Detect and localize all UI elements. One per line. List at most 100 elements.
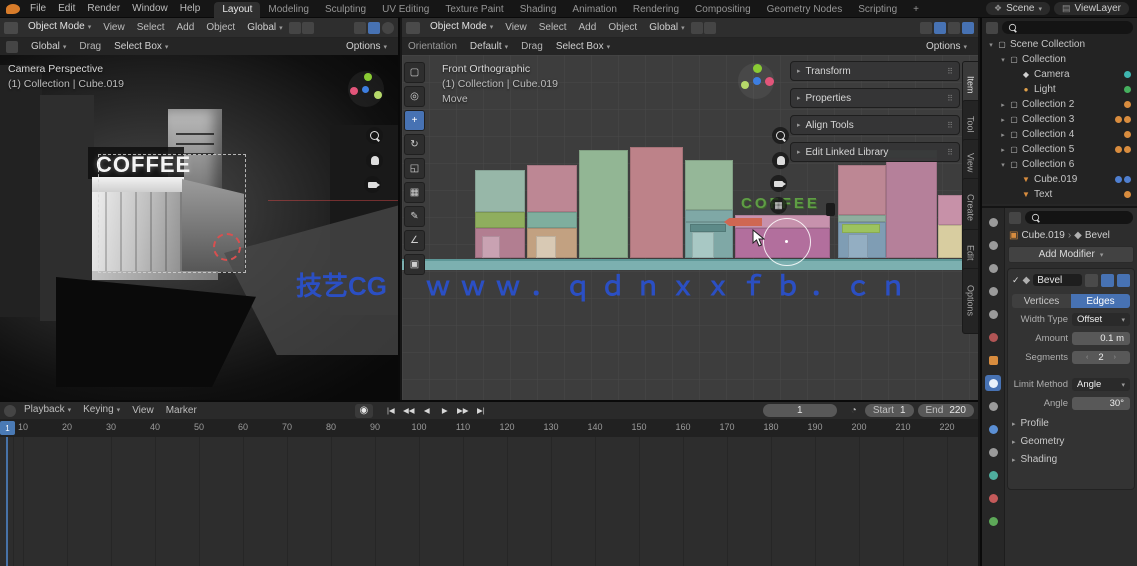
- realtime-toggle[interactable]: [1101, 274, 1114, 287]
- workspace-tab-layout[interactable]: Layout: [214, 2, 260, 18]
- properties-editor-icon[interactable]: [1009, 212, 1021, 224]
- left-orientation-dropdown[interactable]: Global▾: [26, 41, 71, 52]
- properties-tab-render[interactable]: [985, 237, 1001, 253]
- workspace-tab-sculpting[interactable]: Sculpting: [317, 2, 374, 18]
- properties-tab-object-data[interactable]: [985, 467, 1001, 483]
- zoom-icon[interactable]: [772, 127, 789, 144]
- stepper-left-icon[interactable]: ‹: [1086, 354, 1088, 361]
- outliner-row-collection-6[interactable]: ▾▢Collection 6: [982, 157, 1137, 172]
- editor-type-icon[interactable]: [406, 22, 420, 34]
- camera-view-icon[interactable]: [770, 175, 787, 192]
- badge-dot[interactable]: [1124, 116, 1131, 123]
- stepper-right-icon[interactable]: ›: [1114, 354, 1116, 361]
- auto-keying-button[interactable]: ◉: [355, 404, 373, 418]
- n-panel-section-edit-linked-library[interactable]: ▸Edit Linked Library⠿: [790, 142, 960, 162]
- menu-window[interactable]: Window: [126, 0, 174, 18]
- outliner-row-cube-019[interactable]: ▼Cube.019: [982, 172, 1137, 187]
- viewport-menu-object-mode[interactable]: Object Mode▾: [22, 18, 97, 37]
- breadcrumb-object[interactable]: Cube.019: [1021, 230, 1064, 241]
- drag-mode-dropdown[interactable]: Select Box▾: [551, 41, 615, 52]
- viewport-menu-object[interactable]: Object: [602, 19, 643, 37]
- tool-scale[interactable]: ◱: [404, 158, 425, 179]
- add-modifier-button[interactable]: Add Modifier ▾: [1008, 246, 1134, 263]
- n-panel-section-transform[interactable]: ▸Transform⠿: [790, 61, 960, 81]
- field-value-limit-method[interactable]: Angle▾: [1072, 378, 1130, 391]
- expand-arrow-icon[interactable]: ▸: [998, 116, 1008, 124]
- badge-dot[interactable]: [1124, 146, 1131, 153]
- workspace-tab-modeling[interactable]: Modeling: [260, 2, 317, 18]
- badge-dot[interactable]: [1124, 101, 1131, 108]
- transport-play-reverse[interactable]: ◀: [418, 404, 436, 418]
- render-toggle[interactable]: [1117, 274, 1130, 287]
- left-viewport-canvas[interactable]: COFFEE: [0, 55, 398, 400]
- outliner-filter-icon[interactable]: [986, 22, 998, 34]
- timeline-menu-keying[interactable]: Keying▾: [77, 401, 126, 420]
- breadcrumb-modifier[interactable]: Bevel: [1085, 230, 1110, 241]
- expand-arrow-icon[interactable]: ▾: [998, 56, 1008, 64]
- transform-orientation-dropdown[interactable]: Global▾: [242, 22, 287, 33]
- snap-magnet-icon[interactable]: [289, 22, 301, 34]
- viewport-menu-add[interactable]: Add: [573, 19, 603, 37]
- proportional-editing-icon[interactable]: [704, 22, 716, 34]
- blender-logo-icon[interactable]: [6, 4, 20, 14]
- properties-tab-texture[interactable]: [985, 513, 1001, 529]
- outliner-row-collection-4[interactable]: ▸▢Collection 4: [982, 127, 1137, 142]
- playhead[interactable]: 1: [0, 421, 15, 435]
- viewport-menu-add[interactable]: Add: [171, 19, 201, 37]
- viewport-menu-object-mode[interactable]: Object Mode▾: [424, 18, 499, 37]
- zoom-icon[interactable]: [366, 127, 383, 144]
- outliner-row-camera[interactable]: ◆Camera: [982, 67, 1137, 82]
- properties-tab-constraints[interactable]: [985, 444, 1001, 460]
- field-value-amount[interactable]: 0.1 m: [1072, 332, 1130, 345]
- badge-dot[interactable]: [1124, 176, 1131, 183]
- badge-dot[interactable]: [1115, 146, 1122, 153]
- workspace-tab-texture-paint[interactable]: Texture Paint: [437, 2, 511, 18]
- ortho-grid-icon[interactable]: ▦: [770, 197, 787, 214]
- viewport-menu-object[interactable]: Object: [200, 19, 241, 37]
- frame-end-field[interactable]: End 220: [918, 404, 974, 417]
- modifier-enable-checkbox[interactable]: ✓: [1012, 275, 1020, 286]
- section-profile[interactable]: ▸Profile: [1012, 418, 1130, 429]
- camera-view-icon[interactable]: [364, 176, 381, 193]
- outliner-row-collection-5[interactable]: ▸▢Collection 5: [982, 142, 1137, 157]
- tool-cursor[interactable]: ◎: [404, 86, 425, 107]
- building-shop-4[interactable]: [838, 165, 886, 258]
- outliner-row-scene-collection[interactable]: ▾▢Scene Collection: [982, 37, 1137, 52]
- outliner-row-light[interactable]: ●Light: [982, 82, 1137, 97]
- badge-dot[interactable]: [1124, 131, 1131, 138]
- properties-tab-scene[interactable]: [985, 306, 1001, 322]
- section-shading[interactable]: ▸Shading: [1012, 454, 1130, 465]
- section-geometry[interactable]: ▸Geometry: [1012, 436, 1130, 447]
- properties-tab-output[interactable]: [985, 260, 1001, 276]
- badge-dot[interactable]: [1124, 86, 1131, 93]
- proportional-editing-icon[interactable]: [302, 22, 314, 34]
- workspace-tab-rendering[interactable]: Rendering: [625, 2, 687, 18]
- properties-tab-material[interactable]: [985, 490, 1001, 506]
- transform-orientation-dropdown[interactable]: Global▾: [644, 22, 689, 33]
- properties-tab-world[interactable]: [985, 329, 1001, 345]
- expand-arrow-icon[interactable]: ▾: [986, 41, 996, 49]
- side-tab-options[interactable]: Options: [962, 268, 978, 334]
- workspace-tab-geometry-nodes[interactable]: Geometry Nodes: [759, 2, 851, 18]
- outliner-row-collection-2[interactable]: ▸▢Collection 2: [982, 97, 1137, 112]
- workspace-tab-item[interactable]: +: [905, 2, 927, 18]
- menu-render[interactable]: Render: [81, 0, 126, 18]
- segment-edges[interactable]: Edges: [1071, 294, 1130, 308]
- timeline-menu-playback[interactable]: Playback▾: [18, 401, 77, 420]
- modifier-name-field[interactable]: Bevel: [1033, 274, 1082, 286]
- building-tower-3[interactable]: [886, 150, 937, 258]
- building-tower-1[interactable]: [579, 150, 628, 258]
- show-gizmo-icon[interactable]: [354, 22, 366, 34]
- pan-hand-icon[interactable]: [366, 152, 383, 169]
- show-gizmo-icon[interactable]: [920, 22, 932, 34]
- drag-mode-dropdown[interactable]: Select Box▾: [109, 41, 173, 52]
- outliner-row-text[interactable]: ▼Text: [982, 187, 1137, 202]
- right-options-dropdown[interactable]: Options▾: [921, 41, 972, 52]
- viewport-menu-select[interactable]: Select: [131, 19, 171, 37]
- scene-selector[interactable]: ❖ Scene ▾: [986, 2, 1050, 15]
- outliner-row-collection-3[interactable]: ▸▢Collection 3: [982, 112, 1137, 127]
- shading-solid-icon[interactable]: [962, 22, 974, 34]
- right-orientation-dropdown[interactable]: Default▾: [465, 41, 513, 52]
- tool-move[interactable]: +: [404, 110, 425, 131]
- properties-search-input[interactable]: [1025, 211, 1133, 224]
